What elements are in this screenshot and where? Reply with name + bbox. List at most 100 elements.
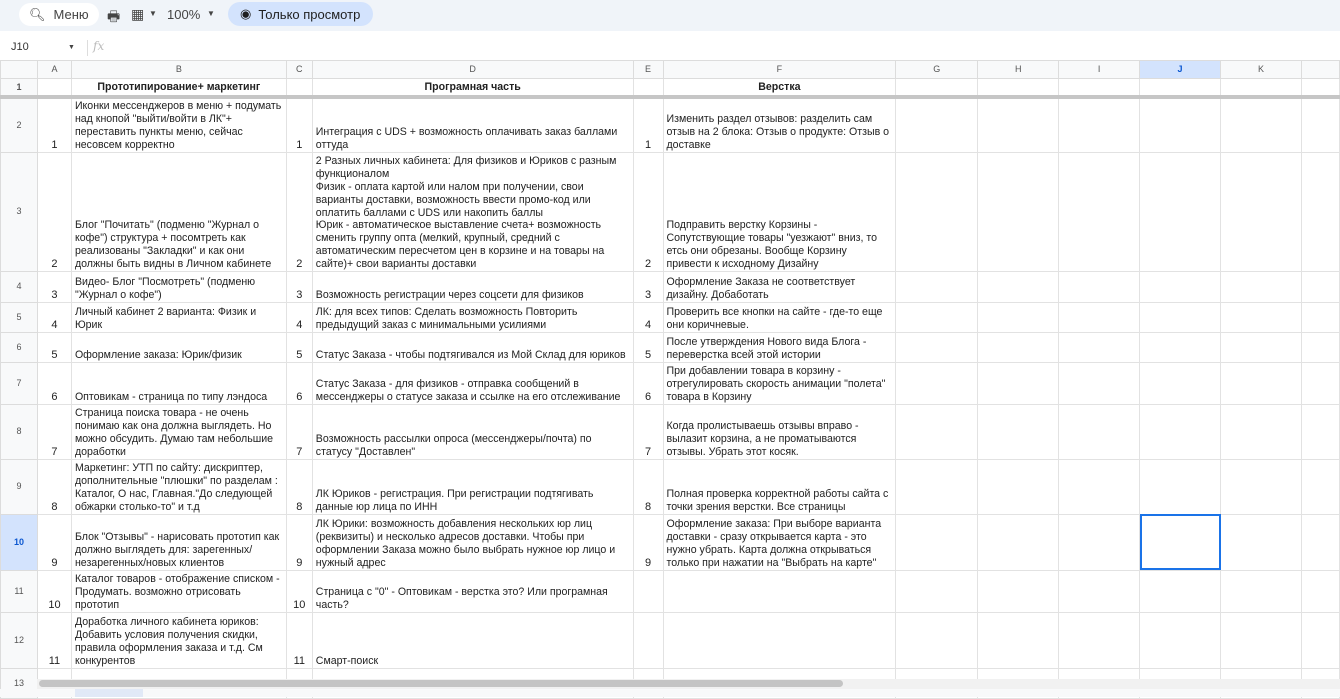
cell[interactable] — [1058, 96, 1141, 153]
row-header[interactable]: 3 — [0, 151, 38, 272]
cell[interactable] — [1300, 96, 1340, 153]
cell-number-e[interactable]: 1 — [632, 96, 664, 153]
cell[interactable] — [1139, 569, 1222, 613]
cell-number-c[interactable]: 4 — [285, 301, 313, 333]
cell-prototyping[interactable]: Личный кабинет 2 варианта: Физик и Юрик — [70, 301, 287, 333]
cell-number-a[interactable]: 5 — [36, 331, 72, 363]
cell[interactable] — [1220, 96, 1302, 153]
zoom-chevron-down-icon[interactable]: ▼ — [207, 9, 215, 18]
cell[interactable] — [1300, 403, 1340, 460]
selected-cell[interactable] — [1139, 513, 1222, 571]
row-header[interactable]: 1 — [0, 78, 38, 99]
column-header[interactable]: B — [70, 60, 287, 79]
cell[interactable] — [1300, 331, 1340, 363]
cell-layout[interactable] — [662, 569, 897, 613]
cell-number-e[interactable]: 5 — [632, 331, 664, 363]
cell-prototyping[interactable]: Каталог товаров - отображение списком - … — [70, 569, 287, 613]
cell-layout[interactable]: Проверить все кнопки на сайте - где-то е… — [662, 301, 897, 333]
row-header[interactable]: 9 — [0, 458, 38, 515]
cell-prototyping[interactable]: Маркетинг: УТП по сайту: дискриптер, доп… — [70, 458, 287, 515]
cell-layout[interactable]: Когда пролистываешь отзывы вправо - выла… — [662, 403, 897, 460]
cell-number-c[interactable]: 10 — [285, 569, 313, 613]
print-icon[interactable]: 🖶︎ — [107, 6, 120, 30]
row-header[interactable]: 4 — [0, 270, 38, 303]
cell[interactable] — [1058, 403, 1141, 460]
cell[interactable] — [1220, 301, 1302, 333]
cell[interactable] — [285, 78, 313, 99]
cell[interactable] — [977, 513, 1060, 571]
header-cell-layout[interactable]: Верстка — [662, 78, 897, 99]
row-header[interactable]: 7 — [0, 361, 38, 405]
cell-programming[interactable]: Интеграция с UDS + возможность оплачиват… — [311, 96, 634, 153]
cell-layout[interactable]: Оформление заказа: При выборе варианта д… — [662, 513, 897, 571]
cell-number-c[interactable]: 7 — [285, 403, 313, 460]
cell-programming[interactable]: Смарт-поиск — [311, 611, 634, 669]
cell-layout[interactable]: Оформление Заказа не соответствует дизай… — [662, 270, 897, 303]
cell-number-a[interactable]: 10 — [36, 569, 72, 613]
cell[interactable] — [1220, 78, 1302, 99]
cell-prototyping[interactable]: Страница поиска товара - не очень понима… — [70, 403, 287, 460]
cell[interactable] — [977, 458, 1060, 515]
column-header[interactable]: K — [1220, 60, 1302, 79]
cell[interactable] — [1139, 96, 1222, 153]
cell-number-e[interactable]: 4 — [632, 301, 664, 333]
cell[interactable] — [895, 96, 979, 153]
cell-number-a[interactable]: 3 — [36, 270, 72, 303]
column-header[interactable]: G — [895, 60, 979, 79]
cell[interactable] — [895, 361, 979, 405]
cell[interactable] — [895, 331, 979, 363]
cell[interactable] — [1300, 361, 1340, 405]
cell[interactable] — [1139, 361, 1222, 405]
cell[interactable] — [1300, 569, 1340, 613]
cell[interactable] — [1058, 458, 1141, 515]
sheet-tab[interactable] — [75, 689, 143, 697]
column-header[interactable]: I — [1058, 60, 1141, 79]
cell-programming[interactable]: Возможность регистрации через соцсети дл… — [311, 270, 634, 303]
cell[interactable] — [1220, 331, 1302, 363]
cell-programming[interactable]: Возможность рассылки опроса (мессенджеры… — [311, 403, 634, 460]
cell-layout[interactable]: Полная проверка корректной работы сайта … — [662, 458, 897, 515]
cell[interactable] — [1300, 513, 1340, 571]
cell[interactable] — [1058, 78, 1141, 99]
cell[interactable] — [895, 569, 979, 613]
cell-number-c[interactable]: 9 — [285, 513, 313, 571]
cell[interactable] — [1058, 513, 1141, 571]
cell-prototyping[interactable]: Иконки мессенджеров в меню + подумать на… — [70, 96, 287, 153]
cell[interactable] — [977, 301, 1060, 333]
cell-layout[interactable] — [662, 611, 897, 669]
cell-number-a[interactable]: 8 — [36, 458, 72, 515]
cell[interactable] — [895, 78, 979, 99]
cell[interactable] — [1058, 151, 1141, 272]
cell[interactable] — [1220, 361, 1302, 405]
cell[interactable] — [1139, 151, 1222, 272]
cell[interactable] — [1300, 151, 1340, 272]
cell-number-c[interactable]: 6 — [285, 361, 313, 405]
cell-number-a[interactable]: 6 — [36, 361, 72, 405]
select-all-corner[interactable] — [0, 60, 38, 79]
cell-number-c[interactable]: 11 — [285, 611, 313, 669]
cell-prototyping[interactable]: Оформление заказа: Юрик/физик — [70, 331, 287, 363]
cell[interactable] — [895, 458, 979, 515]
cell[interactable] — [1139, 331, 1222, 363]
cell-layout[interactable]: При добавлении товара в корзину - отрегу… — [662, 361, 897, 405]
cell-number-a[interactable]: 2 — [36, 151, 72, 272]
cell-number-a[interactable]: 7 — [36, 403, 72, 460]
name-box-chevron-down-icon[interactable]: ▼ — [68, 44, 75, 51]
cell-programming[interactable]: 2 Разных личных кабинета: Для физиков и … — [311, 151, 634, 272]
cell[interactable] — [895, 403, 979, 460]
cell-programming[interactable]: ЛК Юрики: возможность добавления несколь… — [311, 513, 634, 571]
cell-prototyping[interactable]: Блог "Почитать" (подменю "Журнал о кофе"… — [70, 151, 287, 272]
cell[interactable] — [1058, 301, 1141, 333]
cell-number-a[interactable]: 11 — [36, 611, 72, 669]
cell-prototyping[interactable]: Оптовикам - страница по типу лэндоса — [70, 361, 287, 405]
horizontal-scrollbar[interactable] — [37, 679, 1340, 689]
cell-programming[interactable]: Статус Заказа - чтобы подтягивался из Мо… — [311, 331, 634, 363]
cell[interactable] — [1058, 569, 1141, 613]
cell[interactable] — [1300, 611, 1340, 669]
cell-layout[interactable]: Изменить раздел отзывов: разделить сам о… — [662, 96, 897, 153]
row-header[interactable]: 2 — [0, 96, 38, 153]
cell-layout[interactable]: После утверждения Нового вида Блога - пе… — [662, 331, 897, 363]
column-header[interactable]: H — [977, 60, 1060, 79]
cell-layout[interactable]: Подправить верстку Корзины - Сопутствующ… — [662, 151, 897, 272]
cell[interactable] — [977, 151, 1060, 272]
